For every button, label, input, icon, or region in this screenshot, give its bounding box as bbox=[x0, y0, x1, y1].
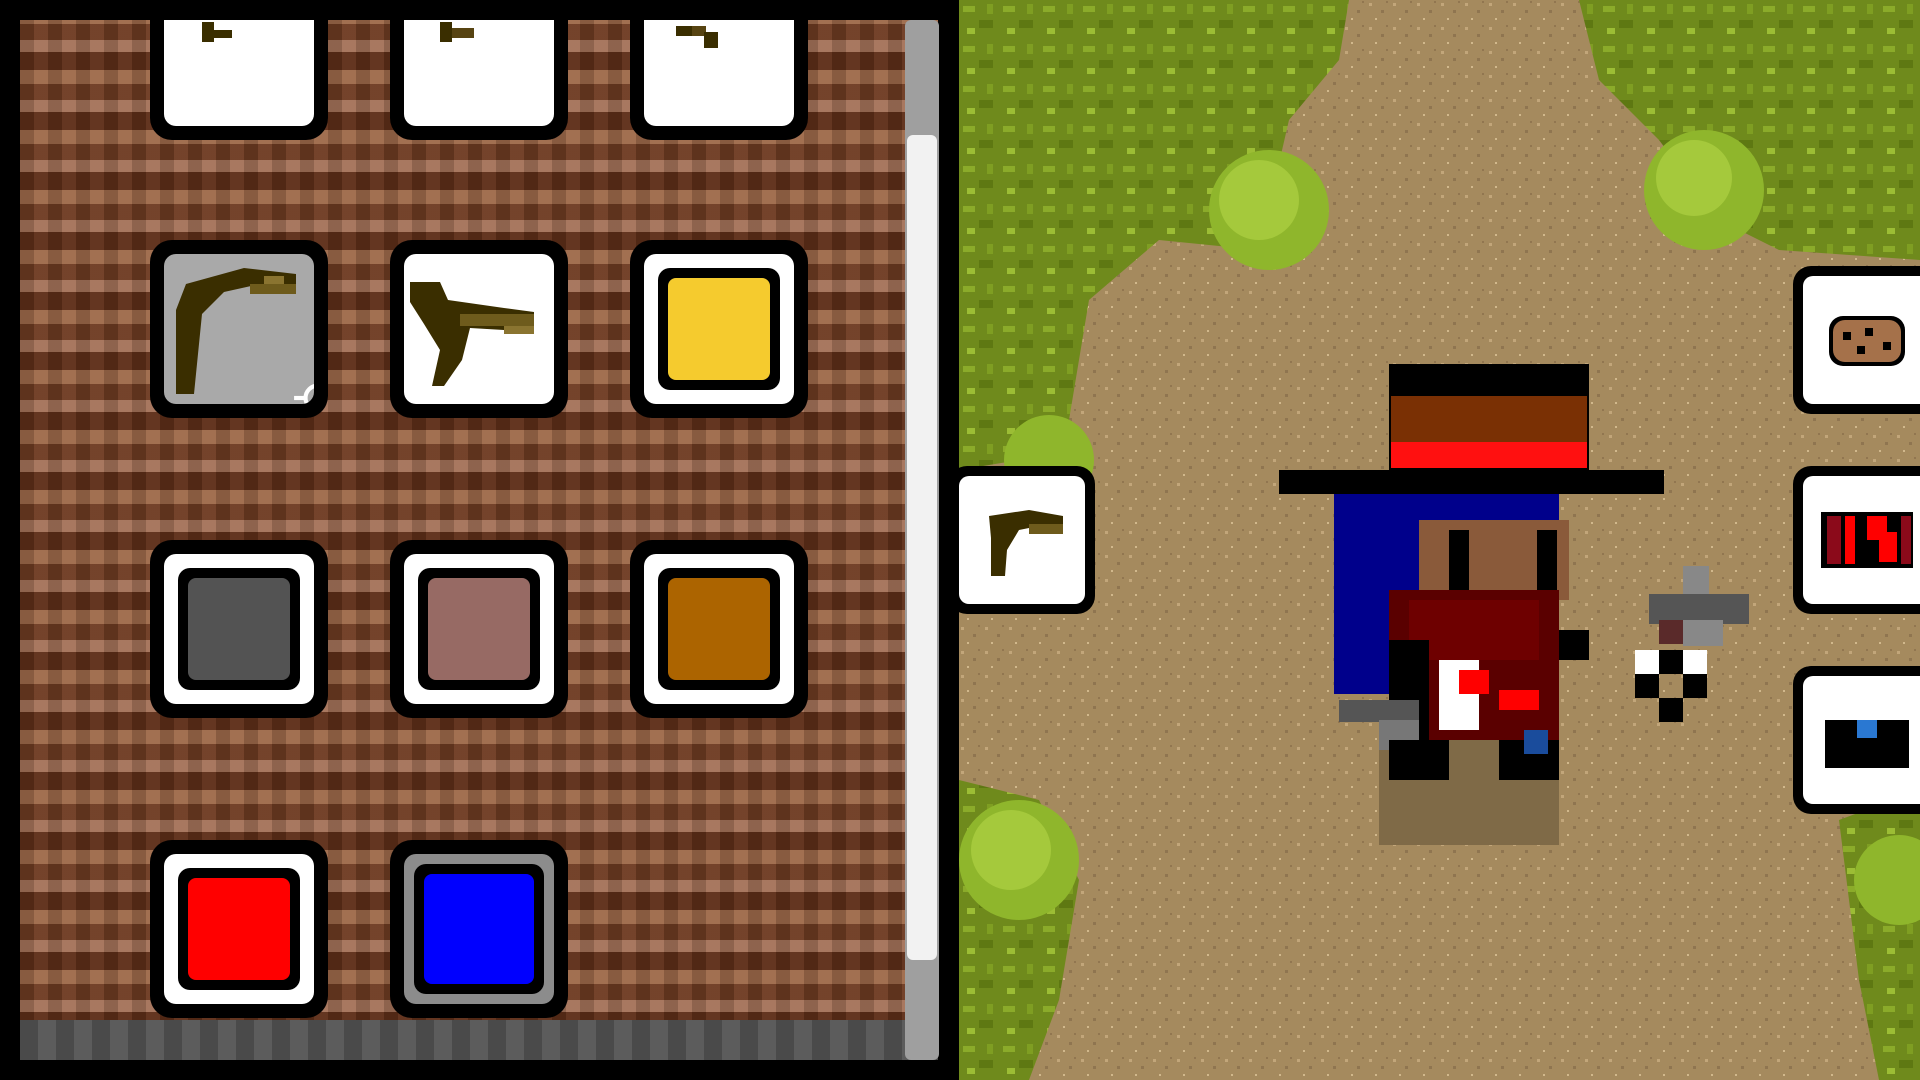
gray-swatch bbox=[188, 578, 290, 680]
pickaxe-icon bbox=[989, 510, 1063, 576]
inventory-slot-mauve-color[interactable] bbox=[390, 540, 568, 718]
crossbow-icon bbox=[676, 26, 718, 48]
inventory-scrollbar-thumb[interactable] bbox=[907, 135, 937, 960]
pickaxe-icon bbox=[202, 22, 232, 42]
inventory-slot-crossbow-top[interactable] bbox=[630, 20, 808, 140]
inventory-slot-blue-color[interactable] bbox=[390, 840, 568, 1018]
inventory-slot-orange-color[interactable] bbox=[630, 540, 808, 718]
hud-slot-blue-block[interactable] bbox=[1793, 666, 1920, 814]
hud-slot-flag[interactable] bbox=[1793, 466, 1920, 614]
crossbow-icon bbox=[410, 282, 534, 386]
mauve-swatch bbox=[428, 578, 530, 680]
world-terrain bbox=[959, 0, 1920, 1080]
inventory-slot-yellow-color[interactable] bbox=[630, 240, 808, 418]
crosshair-icon bbox=[294, 384, 314, 404]
hammer-icon bbox=[440, 22, 474, 42]
yellow-swatch bbox=[668, 278, 770, 380]
hud-slot-cookie[interactable] bbox=[1793, 266, 1920, 414]
inventory-slot-pickaxe-top[interactable] bbox=[150, 20, 328, 140]
blue-swatch bbox=[424, 874, 534, 984]
blue-block-icon bbox=[1825, 720, 1909, 768]
game-screen bbox=[0, 0, 1920, 1080]
inventory-slot-hammer-top[interactable] bbox=[390, 20, 568, 140]
hud-slot-pickaxe[interactable] bbox=[959, 466, 1095, 614]
cookie-icon bbox=[1829, 316, 1905, 366]
orange-swatch bbox=[668, 578, 770, 680]
inventory-slot-crossbow[interactable] bbox=[390, 240, 568, 418]
inventory-panel-bottom-edge bbox=[20, 1020, 938, 1060]
inventory-slot-gray-color[interactable] bbox=[150, 540, 328, 718]
red-swatch bbox=[188, 878, 290, 980]
inventory-slot-red-color[interactable] bbox=[150, 840, 328, 1018]
inventory-slot-pickaxe[interactable] bbox=[150, 240, 328, 418]
game-world-view[interactable] bbox=[959, 0, 1920, 1080]
flag-icon bbox=[1821, 512, 1913, 568]
